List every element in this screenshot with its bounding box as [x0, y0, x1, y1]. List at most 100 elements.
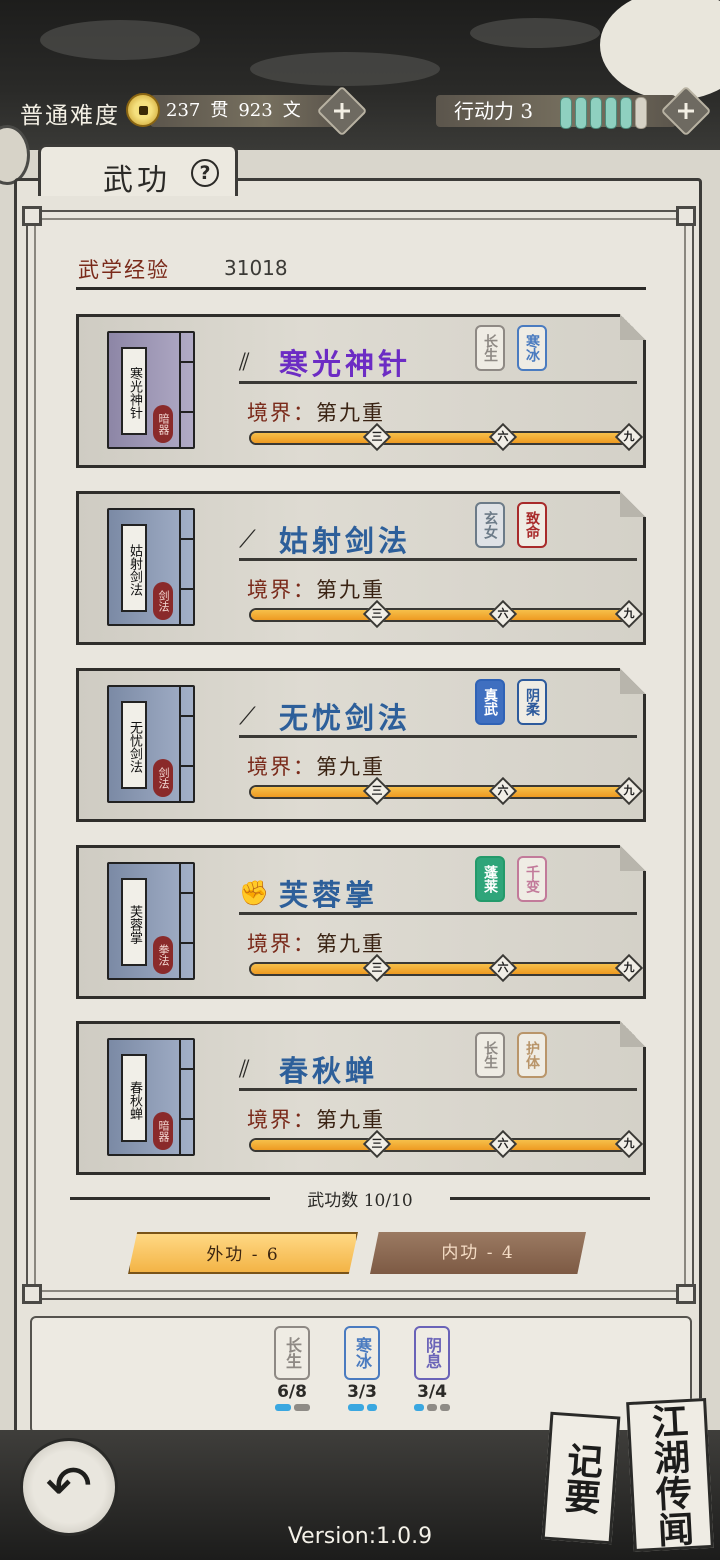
stamina-pip — [620, 97, 632, 129]
progress-node-label: 六 — [497, 607, 509, 620]
tab-martial-arts[interactable]: 武功 ? — [38, 144, 238, 198]
book-seal: 剑法 — [153, 582, 173, 620]
memo-button[interactable]: 记要 — [541, 1411, 621, 1545]
synergy-item[interactable]: 长生 6/8 — [262, 1326, 322, 1411]
realm-label: 境界： — [247, 932, 316, 956]
book-spine — [179, 510, 193, 624]
realm-progress-bar — [249, 608, 637, 622]
pip — [414, 1404, 424, 1411]
divider — [239, 381, 637, 384]
back-arrow-icon: ↶ — [45, 1454, 93, 1519]
cloud-decoration — [40, 20, 200, 60]
book-spine — [179, 333, 193, 447]
realm-value: 第九重 — [316, 932, 385, 956]
realm-value: 第九重 — [316, 1108, 385, 1132]
pip — [274, 1404, 291, 1411]
synergy-item[interactable]: 寒冰 3/3 — [332, 1326, 392, 1411]
book-spine — [179, 864, 193, 978]
frame-corner — [676, 1284, 696, 1304]
skill-count-row: 武功数 10/10 — [70, 1184, 650, 1212]
add-money-button[interactable] — [316, 85, 368, 137]
progress-node-label: 九 — [623, 784, 635, 797]
add-action-points-button[interactable] — [660, 85, 712, 137]
skill-card[interactable]: 姑射剑法 剑法 ⟋ 姑射剑法 玄女 致命 境界：第九重 三 六 九 — [76, 491, 646, 645]
action-points-label: 行动力 3 — [454, 99, 534, 123]
book-seal: 拳法 — [153, 936, 173, 974]
realm-progress-fill — [251, 964, 635, 974]
realm-progress-fill — [251, 1140, 635, 1150]
tab-outer-skills[interactable]: 外功 - 6 — [128, 1232, 358, 1274]
realm-progress-bar — [249, 1138, 637, 1152]
synergy-tag: 寒冰 — [344, 1326, 380, 1380]
skill-tag[interactable]: 千变 — [517, 856, 547, 902]
top-status-bar: 普通难度 237 贯 923 文 行动力 3 — [0, 85, 720, 137]
synergy-tag: 长生 — [274, 1326, 310, 1380]
skill-card[interactable]: 春秋蝉 暗器 ⫽ 春秋蝉 长生 护体 境界：第九重 三 六 九 — [76, 1021, 646, 1175]
frame-corner — [22, 1284, 42, 1304]
cloud-decoration — [470, 18, 600, 48]
skill-book-icon: 无忧剑法 剑法 — [107, 685, 195, 803]
stamina-pip — [590, 97, 602, 129]
skill-tag[interactable]: 长生 — [475, 325, 505, 371]
book-title: 寒光神针 — [121, 347, 147, 435]
moon-decoration — [600, 0, 720, 100]
skill-book-icon: 姑射剑法 剑法 — [107, 508, 195, 626]
money-wen: 923 — [238, 100, 273, 121]
stamina-pip — [605, 97, 617, 129]
pip — [293, 1404, 310, 1411]
skill-book-icon: 春秋蝉 暗器 — [107, 1038, 195, 1156]
divider — [239, 558, 637, 561]
realm-progress-fill — [251, 787, 635, 797]
realm-row: 境界：第九重 — [247, 574, 385, 604]
pip — [427, 1404, 437, 1411]
rumors-button[interactable]: 江湖传闻 — [626, 1398, 714, 1552]
realm-progress-fill — [251, 433, 635, 443]
divider — [239, 735, 637, 738]
skill-name: 姑射剑法 — [279, 524, 412, 558]
skill-tag[interactable]: 蓬莱 — [475, 856, 505, 902]
progress-node-label: 六 — [497, 961, 509, 974]
realm-progress-bar — [249, 962, 637, 976]
realm-value: 第九重 — [316, 755, 385, 779]
skill-tag[interactable]: 阴柔 — [517, 679, 547, 725]
help-icon[interactable]: ? — [191, 159, 219, 187]
fist-icon: ✊ — [239, 879, 269, 907]
back-button[interactable]: ↶ — [20, 1438, 118, 1536]
skill-tags: 蓬莱 千变 — [475, 856, 547, 902]
progress-node-label: 九 — [623, 961, 635, 974]
stamina-pip — [575, 97, 587, 129]
skill-tag[interactable]: 致命 — [517, 502, 547, 548]
martial-exp-row: 武学经验 31018 — [76, 250, 646, 290]
skill-tag[interactable]: 真武 — [475, 679, 505, 725]
divider — [239, 1088, 637, 1091]
coin-icon — [126, 93, 160, 127]
money-guan: 237 — [166, 100, 201, 121]
progress-node-label: 三 — [371, 1137, 383, 1150]
book-spine — [179, 1040, 193, 1154]
progress-node-label: 六 — [497, 784, 509, 797]
skill-tags: 玄女 致命 — [475, 502, 547, 548]
progress-node-label: 九 — [623, 607, 635, 620]
skill-card[interactable]: 无忧剑法 剑法 ⟋ 无忧剑法 真武 阴柔 境界：第九重 三 六 九 — [76, 668, 646, 822]
synergy-item[interactable]: 阴息 3/4 — [402, 1326, 462, 1411]
skill-tag[interactable]: 长生 — [475, 1032, 505, 1078]
skill-name: 芙蓉掌 — [279, 878, 379, 912]
skill-card[interactable]: 芙蓉掌 拳法 ✊ 芙蓉掌 蓬莱 千变 境界：第九重 三 六 九 — [76, 845, 646, 999]
difficulty-label: 普通难度 — [20, 103, 120, 129]
book-title: 芙蓉掌 — [121, 878, 147, 966]
realm-label: 境界： — [247, 401, 316, 425]
synergy-tag: 阴息 — [414, 1326, 450, 1380]
wen-unit: 文 — [282, 100, 301, 121]
skill-tag[interactable]: 护体 — [517, 1032, 547, 1078]
realm-progress-fill — [251, 610, 635, 620]
skill-tag[interactable]: 玄女 — [475, 502, 505, 548]
skill-tags: 长生 护体 — [475, 1032, 547, 1078]
needle-icon: ⫽ — [239, 1055, 250, 1083]
realm-row: 境界：第九重 — [247, 397, 385, 427]
skill-card[interactable]: 寒光神针 暗器 ⫽ 寒光神针 长生 寒冰 境界：第九重 三 六 九 — [76, 314, 646, 468]
progress-node-label: 三 — [371, 784, 383, 797]
skill-tag[interactable]: 寒冰 — [517, 325, 547, 371]
sword-icon: ⟋ — [239, 702, 256, 730]
progress-node-label: 三 — [371, 961, 383, 974]
tab-inner-skills[interactable]: 内功 - 4 — [370, 1232, 586, 1274]
